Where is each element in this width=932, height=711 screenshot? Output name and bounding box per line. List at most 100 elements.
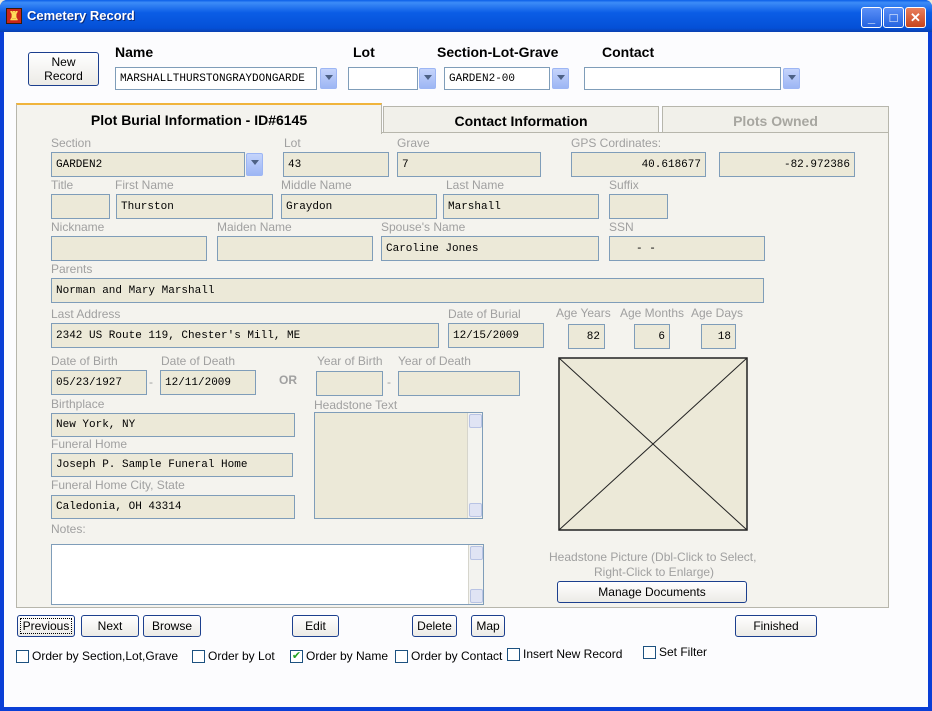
section-combo[interactable]: GARDEN2 bbox=[51, 152, 245, 177]
contact-dropdown-icon[interactable] bbox=[783, 68, 800, 89]
maximize-button[interactable]: □ bbox=[883, 7, 904, 28]
date-of-death-label: Date of Death bbox=[161, 354, 236, 368]
notes-area[interactable] bbox=[51, 544, 484, 605]
maiden-name-label: Maiden Name bbox=[217, 220, 292, 234]
previous-button[interactable]: Previous bbox=[17, 615, 75, 637]
order-by-section-label[interactable]: Order by Section,Lot,Grave bbox=[32, 649, 178, 663]
funeral-home-city-field[interactable]: Caledonia, OH 43314 bbox=[51, 495, 295, 519]
section-dropdown-icon[interactable] bbox=[246, 153, 263, 176]
date-of-burial-label: Date of Burial bbox=[448, 307, 521, 321]
scroll-up-icon[interactable] bbox=[469, 414, 482, 428]
map-button[interactable]: Map bbox=[471, 615, 505, 637]
year-of-death-field[interactable] bbox=[398, 371, 520, 396]
cemetery-app-icon: ♜ bbox=[6, 8, 22, 24]
middle-name-field[interactable]: Graydon bbox=[281, 194, 437, 219]
set-filter-label[interactable]: Set Filter bbox=[659, 645, 707, 659]
order-by-contact-checkbox[interactable] bbox=[395, 650, 408, 663]
section-lot-grave-combo[interactable]: GARDEN2-00 bbox=[444, 67, 550, 90]
age-months-field[interactable]: 6 bbox=[634, 324, 670, 349]
name-dropdown-icon[interactable] bbox=[320, 68, 337, 89]
cemetery-record-window: ♜ Cemetery Record _ □ ✕ New Record Name M… bbox=[0, 0, 932, 711]
minimize-button[interactable]: _ bbox=[861, 7, 882, 28]
tab-plot-burial-information[interactable]: Plot Burial Information - ID#6145 bbox=[16, 103, 382, 134]
order-by-name-label[interactable]: Order by Name bbox=[306, 649, 388, 663]
title-field[interactable] bbox=[51, 194, 110, 219]
nickname-field[interactable] bbox=[51, 236, 207, 261]
name-combo[interactable]: MARSHALLTHURSTONGRAYDONGARDE bbox=[115, 67, 317, 90]
scroll-down-icon[interactable] bbox=[469, 503, 482, 517]
date-of-death-field[interactable]: 12/11/2009 bbox=[160, 370, 256, 395]
age-years-field[interactable]: 82 bbox=[568, 324, 605, 349]
spouse-name-field[interactable]: Caroline Jones bbox=[381, 236, 599, 261]
headstone-picture[interactable] bbox=[558, 357, 748, 531]
new-record-button[interactable]: New Record bbox=[28, 52, 99, 86]
birthplace-field[interactable]: New York, NY bbox=[51, 413, 295, 437]
title-field-label: Title bbox=[51, 178, 74, 192]
close-button[interactable]: ✕ bbox=[905, 7, 926, 28]
contact-combo[interactable] bbox=[584, 67, 781, 90]
tab-plots-owned[interactable]: Plots Owned bbox=[662, 106, 889, 134]
client-area: New Record Name MARSHALLTHURSTONGRAYDONGA… bbox=[4, 32, 928, 707]
parents-field[interactable]: Norman and Mary Marshall bbox=[51, 278, 764, 303]
insert-new-record-label[interactable]: Insert New Record bbox=[523, 647, 622, 661]
notes-label: Notes: bbox=[51, 522, 86, 536]
order-by-lot-checkbox[interactable] bbox=[192, 650, 205, 663]
browse-button[interactable]: Browse bbox=[143, 615, 201, 637]
manage-documents-button[interactable]: Manage Documents bbox=[557, 581, 747, 603]
date-dash: - bbox=[149, 375, 153, 389]
order-by-lot-label[interactable]: Order by Lot bbox=[208, 649, 275, 663]
lot-dropdown-icon[interactable] bbox=[419, 68, 436, 89]
section-lot-grave-dropdown-icon[interactable] bbox=[552, 68, 569, 89]
name-label: Name bbox=[115, 44, 154, 60]
tab-contact-information[interactable]: Contact Information bbox=[383, 106, 659, 134]
suffix-label: Suffix bbox=[609, 178, 639, 192]
spouse-name-label: Spouse's Name bbox=[381, 220, 466, 234]
edit-button[interactable]: Edit bbox=[292, 615, 339, 637]
grave-field-label: Grave bbox=[397, 136, 430, 150]
section-field-label: Section bbox=[51, 136, 92, 150]
or-label: OR bbox=[279, 373, 297, 387]
ssn-label: SSN bbox=[609, 220, 634, 234]
last-address-field[interactable]: 2342 US Route 119, Chester's Mill, ME bbox=[51, 323, 439, 348]
suffix-field[interactable] bbox=[609, 194, 668, 219]
notes-scroll-down-icon[interactable] bbox=[470, 589, 483, 603]
maiden-name-field[interactable] bbox=[217, 236, 373, 261]
finished-button[interactable]: Finished bbox=[735, 615, 817, 637]
title-bar[interactable]: ♜ Cemetery Record _ □ ✕ bbox=[0, 0, 932, 32]
gps-latitude-field[interactable]: 40.618677 bbox=[571, 152, 706, 177]
next-button[interactable]: Next bbox=[81, 615, 139, 637]
year-of-birth-field[interactable] bbox=[316, 371, 383, 396]
last-address-label: Last Address bbox=[51, 307, 121, 321]
gps-longitude-field[interactable]: -82.972386 bbox=[719, 152, 855, 177]
contact-label: Contact bbox=[602, 44, 655, 60]
picture-hint-line2: Right-Click to Enlarge) bbox=[594, 565, 715, 579]
headstone-text-scrollbar[interactable] bbox=[467, 413, 482, 518]
order-by-section-checkbox[interactable] bbox=[16, 650, 29, 663]
lot-field[interactable]: 43 bbox=[283, 152, 389, 177]
ssn-field[interactable]: - - bbox=[609, 236, 765, 261]
last-name-field[interactable]: Marshall bbox=[443, 194, 599, 219]
order-by-name-checkbox[interactable]: ✔ bbox=[290, 650, 303, 663]
insert-new-record-checkbox[interactable] bbox=[507, 648, 520, 661]
funeral-home-field[interactable]: Joseph P. Sample Funeral Home bbox=[51, 453, 293, 477]
first-name-label: First Name bbox=[115, 178, 174, 192]
age-days-field[interactable]: 18 bbox=[701, 324, 736, 349]
headstone-text-area[interactable] bbox=[314, 412, 483, 519]
date-of-birth-field[interactable]: 05/23/1927 bbox=[51, 370, 147, 395]
lot-combo[interactable] bbox=[348, 67, 418, 90]
notes-scroll-up-icon[interactable] bbox=[470, 546, 483, 560]
lot-label: Lot bbox=[353, 44, 375, 60]
window-title: Cemetery Record bbox=[27, 8, 135, 23]
order-by-contact-label[interactable]: Order by Contact bbox=[411, 649, 502, 663]
gps-label: GPS Cordinates: bbox=[571, 136, 662, 150]
grave-field[interactable]: 7 bbox=[397, 152, 541, 177]
birthplace-label: Birthplace bbox=[51, 397, 105, 411]
middle-name-label: Middle Name bbox=[281, 178, 352, 192]
picture-hint-line1: Headstone Picture (Dbl-Click to Select, bbox=[549, 550, 757, 564]
notes-scrollbar[interactable] bbox=[468, 545, 483, 604]
first-name-field[interactable]: Thurston bbox=[116, 194, 273, 219]
delete-button[interactable]: Delete bbox=[412, 615, 457, 637]
set-filter-checkbox[interactable] bbox=[643, 646, 656, 659]
date-of-burial-field[interactable]: 12/15/2009 bbox=[448, 323, 544, 348]
year-of-birth-label: Year of Birth bbox=[317, 354, 383, 368]
